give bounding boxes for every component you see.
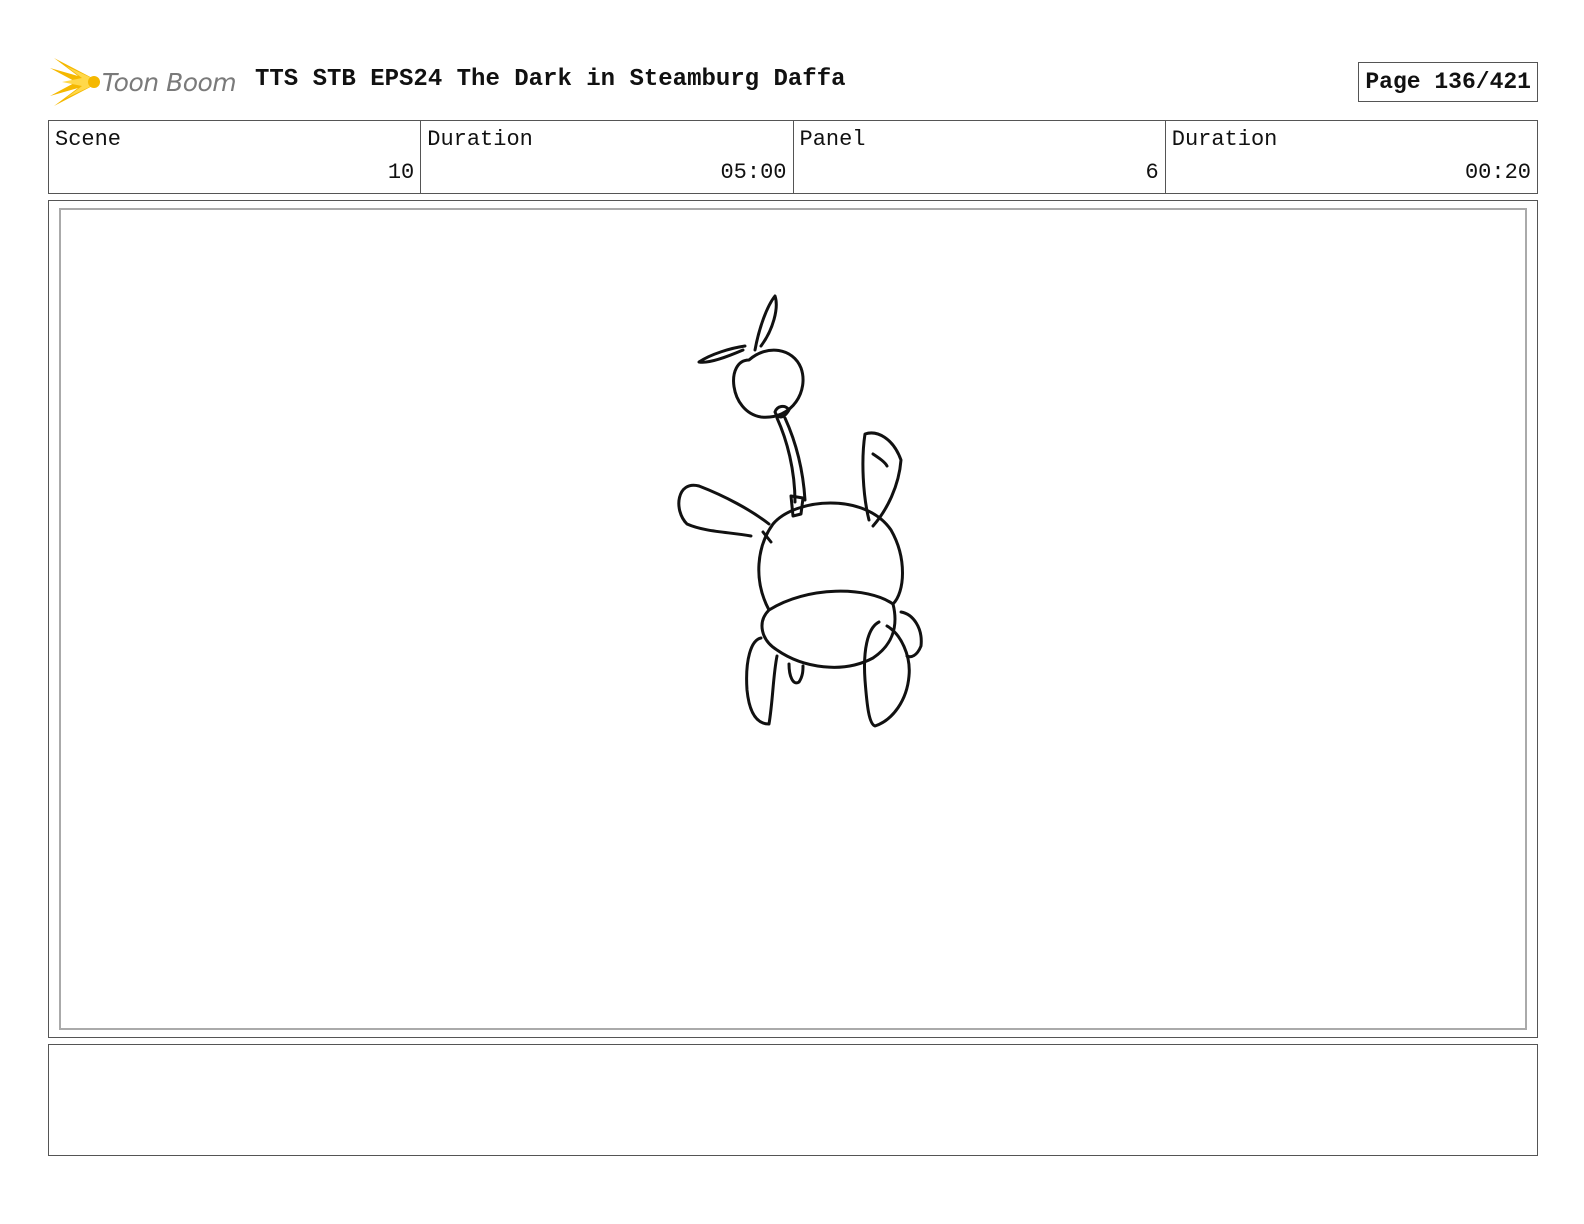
logo-wordmark: Toon Boom xyxy=(102,68,237,97)
scene-duration-label: Duration xyxy=(427,127,533,152)
panel-label: Panel xyxy=(799,127,866,152)
panel-frame xyxy=(59,208,1527,1030)
panel-duration-value: 00:20 xyxy=(1464,160,1531,185)
scene-value: 10 xyxy=(387,160,415,185)
panel-value: 6 xyxy=(1145,160,1159,185)
page-header: Toon Boom TTS STB EPS24 The Dark in Stea… xyxy=(48,52,1538,110)
panel-duration-label: Duration xyxy=(1171,127,1278,152)
scene-duration-cell: Duration 05:00 xyxy=(421,121,794,193)
document-title: TTS STB EPS24 The Dark in Steamburg Daff… xyxy=(255,66,846,93)
starburst-icon xyxy=(50,58,100,106)
panel-notes-box xyxy=(48,1044,1538,1156)
scene-info-table: Scene 10 Duration 05:00 Panel 6 Duration… xyxy=(48,120,1538,194)
page-number: Page 136/421 xyxy=(1358,62,1538,102)
scene-label: Scene xyxy=(55,127,122,152)
scene-duration-value: 05:00 xyxy=(720,160,787,185)
toon-boom-logo: Toon Boom xyxy=(48,56,244,108)
storyboard-panel xyxy=(48,200,1538,1038)
character-sketch xyxy=(677,294,923,728)
scene-cell: Scene 10 xyxy=(49,121,422,193)
panel-cell: Panel 6 xyxy=(794,121,1166,193)
panel-duration-cell: Duration 00:20 xyxy=(1166,121,1537,193)
